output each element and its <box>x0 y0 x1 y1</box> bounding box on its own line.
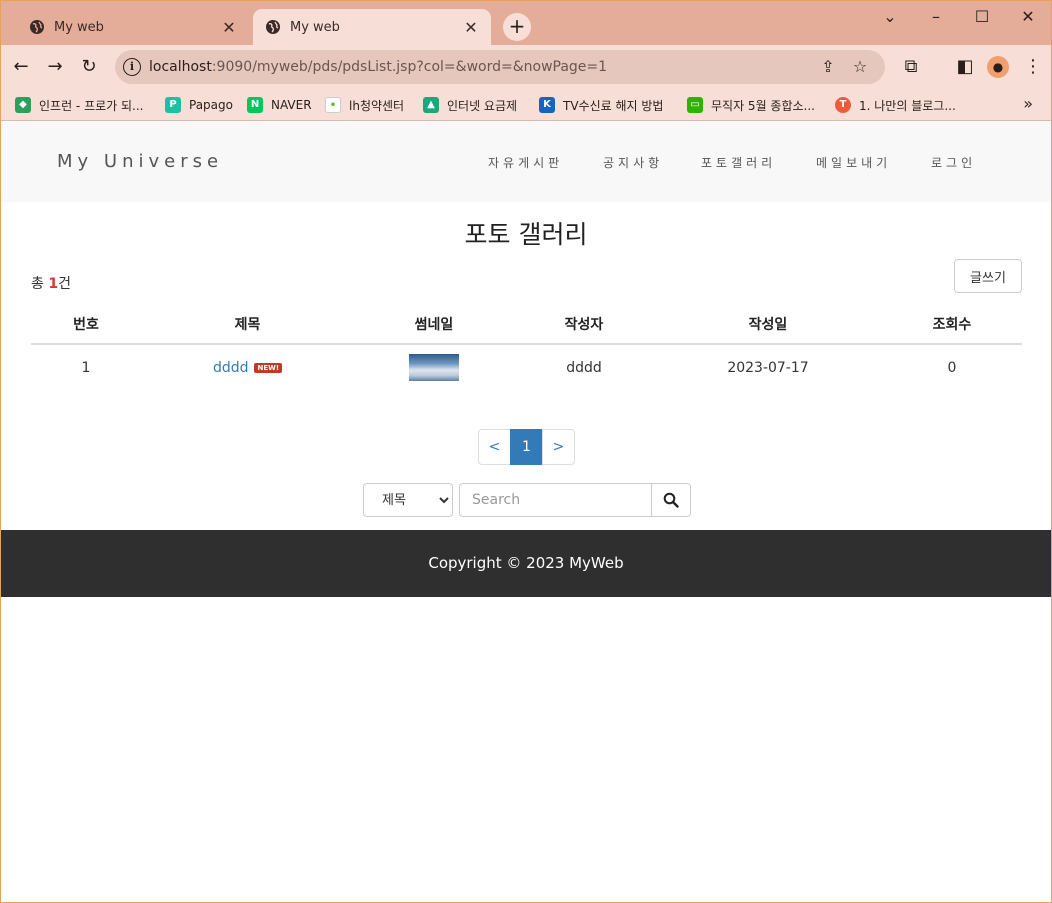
pager-page-current[interactable]: 1 <box>510 429 543 465</box>
close-tab-icon[interactable]: ✕ <box>221 18 237 37</box>
tab-strip: My web ✕ My web ✕ + ⌄ – ☐ ✕ <box>1 1 1051 45</box>
bookmark-label: Papago <box>189 98 233 112</box>
gallery-table: 번호 제목 썸네일 작성자 작성일 조회수 1 dddd NEW! dddd 20… <box>31 304 1022 390</box>
back-icon[interactable]: ← <box>9 55 33 79</box>
total-suffix: 건 <box>58 276 71 292</box>
browser-tab-1[interactable]: My web ✕ <box>17 9 249 45</box>
bookmark-label: lh청약센터 <box>349 98 405 113</box>
more-bookmarks-icon[interactable]: » <box>1023 94 1033 113</box>
lh-icon: • <box>325 97 341 113</box>
search-column-select[interactable]: 제목 <box>363 483 453 517</box>
bookmark-item[interactable]: K TV수신료 해지 방법 <box>539 95 663 115</box>
minimize-icon[interactable]: – <box>913 5 959 29</box>
bookmark-star-icon[interactable]: ☆ <box>851 58 869 76</box>
naver-icon: N <box>247 97 263 113</box>
papago-icon: P <box>165 97 181 113</box>
mortarboard-icon: ▲ <box>423 97 439 113</box>
browser-tab-2[interactable]: My web ✕ <box>253 9 491 45</box>
site-brand[interactable]: My Universe <box>57 151 223 172</box>
bookmark-label: 인프런 - 프로가 되... <box>39 98 144 113</box>
bookmark-label: NAVER <box>271 98 312 112</box>
col-title: 제목 <box>141 304 354 345</box>
new-tab-button[interactable]: + <box>503 13 531 41</box>
col-number: 번호 <box>31 304 141 345</box>
close-tab-icon[interactable]: ✕ <box>463 18 479 37</box>
row-views: 0 <box>947 359 957 376</box>
search-button[interactable] <box>651 483 691 517</box>
menu-kebab-icon[interactable]: ⋮ <box>1021 55 1045 79</box>
table-row: 1 dddd NEW! dddd 2023-07-17 0 <box>31 344 1022 390</box>
site-footer: Copyright © 2023 MyWeb <box>1 530 1051 597</box>
url-host: localhost <box>149 59 212 75</box>
forward-icon[interactable]: → <box>43 55 67 79</box>
tab-title: My web <box>54 19 104 35</box>
pager-next[interactable]: > <box>542 429 575 465</box>
col-views: 조회수 <box>882 304 1022 345</box>
row-thumbnail-cell <box>354 344 514 390</box>
thumbnail-image[interactable] <box>409 354 459 381</box>
inflearn-icon: ◆ <box>15 97 31 113</box>
total-prefix: 총 <box>31 276 49 292</box>
maximize-icon[interactable]: ☐ <box>959 5 1005 29</box>
row-title-link[interactable]: dddd <box>213 360 249 376</box>
bookmarks-bar: ◆ 인프런 - 프로가 되... P Papago N NAVER • lh청약센터 ▲… <box>1 89 1051 121</box>
address-bar[interactable]: i localhost:9090/myweb/pds/pdsList.jsp?c… <box>115 50 885 84</box>
table-header-row: 번호 제목 썸네일 작성자 작성일 조회수 <box>31 304 1022 345</box>
col-date: 작성일 <box>654 304 882 345</box>
nav-notice[interactable]: 공지사항 <box>603 154 663 171</box>
row-number: 1 <box>81 359 91 376</box>
new-badge: NEW! <box>254 362 283 373</box>
globe-icon <box>266 20 280 34</box>
message-icon: ▭ <box>687 97 703 113</box>
bookmark-label: 인터넷 요금제 <box>447 98 518 113</box>
site-info-icon[interactable]: i <box>123 58 141 76</box>
bookmark-label: 1. 나만의 블로그... <box>859 98 956 113</box>
nav-photo-gallery[interactable]: 포토갤러리 <box>701 154 776 171</box>
bookmark-item[interactable]: ◆ 인프런 - 프로가 되... <box>15 95 144 115</box>
tab-title: My web <box>290 19 340 35</box>
side-panel-icon[interactable]: ◧ <box>953 55 977 79</box>
bookmark-item[interactable]: • lh청약센터 <box>325 95 404 115</box>
bookmark-label: 무직자 5월 종합소... <box>711 98 815 113</box>
kbs-icon: K <box>539 97 555 113</box>
close-window-icon[interactable]: ✕ <box>1005 5 1051 29</box>
browser-toolbar: ← → ↻ i localhost:9090/myweb/pds/pdsList… <box>1 45 1051 89</box>
share-icon[interactable]: ⇪ <box>819 58 837 76</box>
url-path: :9090/myweb/pds/pdsList.jsp?col=&word=&n… <box>211 59 608 75</box>
pager-prev[interactable]: < <box>478 429 511 465</box>
nav-login[interactable]: 로그인 <box>931 154 976 171</box>
page-title: 포토 갤러리 <box>464 220 588 249</box>
row-writer: dddd <box>566 359 602 376</box>
total-count-value: 1 <box>48 276 59 292</box>
nav-send-mail[interactable]: 메일보내기 <box>816 154 891 171</box>
search-icon <box>663 492 679 508</box>
site-navbar: My Universe 자유게시판 공지사항 포토갤러리 메일보내기 로그인 <box>1 122 1051 202</box>
col-thumbnail: 썸네일 <box>354 304 514 345</box>
nav-free-board[interactable]: 자유게시판 <box>488 154 563 171</box>
bookmark-item[interactable]: ▲ 인터넷 요금제 <box>423 95 517 115</box>
bookmark-item[interactable]: ▭ 무직자 5월 종합소... <box>687 95 815 115</box>
profile-avatar-icon[interactable]: ● <box>987 56 1009 78</box>
url-text[interactable]: localhost:9090/myweb/pds/pdsList.jsp?col… <box>149 59 607 75</box>
extensions-icon[interactable]: ⧉ <box>899 55 923 79</box>
bookmark-item[interactable]: N NAVER <box>247 95 312 115</box>
write-button[interactable]: 글쓰기 <box>954 259 1022 293</box>
tab-search-icon[interactable]: ⌄ <box>867 5 913 29</box>
pagination: < 1 > <box>478 429 575 465</box>
bookmark-label: TV수신료 해지 방법 <box>563 98 664 113</box>
col-writer: 작성자 <box>514 304 654 345</box>
row-date: 2023-07-17 <box>727 359 809 376</box>
total-count: 총 1건 <box>31 273 71 293</box>
reload-icon[interactable]: ↻ <box>77 55 101 79</box>
globe-icon <box>30 20 44 34</box>
row-title-cell: dddd NEW! <box>141 344 354 390</box>
bookmark-item[interactable]: T 1. 나만의 블로그... <box>835 95 956 115</box>
bookmark-item[interactable]: P Papago <box>165 95 233 115</box>
search-input[interactable] <box>459 483 652 517</box>
tistory-icon: T <box>835 97 851 113</box>
